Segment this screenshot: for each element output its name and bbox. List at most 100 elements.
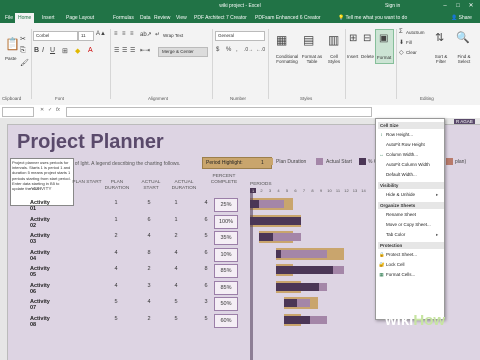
tab-pdfsam[interactable]: PDFsam Enhanced 6 Creator xyxy=(252,13,324,23)
tab-file[interactable]: File xyxy=(2,13,16,23)
actual-start-cell[interactable]: 4 xyxy=(166,283,186,289)
plan-duration-cell[interactable]: 8 xyxy=(139,250,159,256)
format-button[interactable]: ▣ Format xyxy=(375,29,394,64)
percent-complete-cell[interactable]: 50% xyxy=(214,297,238,311)
menu-tab-color[interactable]: Tab Color xyxy=(386,232,405,237)
top-align-icon[interactable]: ≡ xyxy=(114,31,118,37)
wrap-text-button[interactable]: Wrap Text xyxy=(163,33,183,38)
plan-duration-cell[interactable]: 6 xyxy=(139,217,159,223)
wrap-text-icon[interactable]: ↵ xyxy=(155,31,160,38)
menu-lock-cell[interactable]: Lock Cell xyxy=(386,262,405,267)
align-left-icon[interactable]: ☰ xyxy=(114,47,119,54)
number-format-select[interactable]: General xyxy=(215,31,265,41)
actual-duration-cell[interactable]: 5 xyxy=(196,316,216,322)
actual-duration-cell[interactable]: 8 xyxy=(196,266,216,272)
percent-complete-cell[interactable]: 25% xyxy=(214,198,238,212)
bottom-align-icon[interactable]: ≡ xyxy=(130,31,134,37)
menu-autofit-column-width[interactable]: AutoFit Column Width xyxy=(386,162,430,167)
plan-start-cell[interactable]: 1 xyxy=(106,217,126,223)
plan-duration-cell[interactable]: 2 xyxy=(139,316,159,322)
insert-cells-button[interactable]: Insert xyxy=(347,54,358,59)
autosum-icon[interactable]: Σ xyxy=(399,29,403,35)
merge-center-button[interactable]: Merge & Center xyxy=(158,47,208,57)
actual-start-cell[interactable]: 5 xyxy=(166,316,186,322)
indent-icon[interactable]: ⇤⇥ xyxy=(140,47,150,54)
activity-name[interactable]: Activity 07 xyxy=(30,299,50,311)
sort-filter-button[interactable]: Sort & Filter xyxy=(431,54,451,64)
activity-name[interactable]: Activity 01 xyxy=(30,200,50,212)
insert-cells-icon[interactable]: ⊞ xyxy=(349,33,357,44)
plan-start-cell[interactable]: 1 xyxy=(106,200,126,206)
plan-duration-cell[interactable]: 3 xyxy=(139,283,159,289)
find-select-button[interactable]: Find & Select xyxy=(452,54,476,64)
conditional-formatting-button[interactable]: Conditional Formatting xyxy=(272,54,302,64)
menu-autofit-row-height[interactable]: AutoFit Row Height xyxy=(386,142,425,147)
name-box[interactable] xyxy=(2,107,34,117)
tell-me-box[interactable]: 💡 Tell me what you want to do xyxy=(335,13,410,23)
period-highlight-field[interactable]: Period Highlight: 1 xyxy=(202,157,272,169)
actual-start-cell[interactable]: 1 xyxy=(166,217,186,223)
plan-duration-cell[interactable]: 4 xyxy=(139,299,159,305)
menu-column-width[interactable]: Column Width... xyxy=(386,152,418,157)
actual-start-cell[interactable]: 2 xyxy=(166,233,186,239)
activity-name[interactable]: Activity 04 xyxy=(30,250,50,262)
conditional-formatting-icon[interactable]: ▦ xyxy=(276,33,287,47)
grow-font-icon[interactable]: A▲ xyxy=(96,31,106,37)
tab-pdf-architect[interactable]: PDF Architect 7 Creator xyxy=(191,13,250,23)
actual-start-cell[interactable]: 1 xyxy=(166,200,186,206)
maximize-icon[interactable]: □ xyxy=(453,2,463,10)
copy-icon[interactable]: ⎘ xyxy=(20,47,26,55)
plan-start-cell[interactable]: 5 xyxy=(106,316,126,322)
tab-insert[interactable]: Insert xyxy=(39,13,58,23)
plan-duration-cell[interactable]: 2 xyxy=(139,266,159,272)
align-right-icon[interactable]: ☰ xyxy=(130,47,135,54)
actual-duration-cell[interactable]: 4 xyxy=(196,200,216,206)
actual-duration-cell[interactable]: 6 xyxy=(196,217,216,223)
activity-name[interactable]: Activity 06 xyxy=(30,283,50,295)
middle-align-icon[interactable]: ≡ xyxy=(122,31,126,37)
fill-icon[interactable]: ⬇ xyxy=(399,39,404,46)
enter-formula-icon[interactable]: ✓ xyxy=(48,107,52,113)
menu-rename-sheet[interactable]: Rename Sheet xyxy=(386,212,416,217)
delete-cells-icon[interactable]: ⊟ xyxy=(363,33,371,44)
percent-icon[interactable]: % xyxy=(226,47,231,53)
activity-name[interactable]: Activity 08 xyxy=(30,316,50,328)
actual-duration-cell[interactable]: 6 xyxy=(196,250,216,256)
formula-input[interactable] xyxy=(66,107,372,117)
paste-button[interactable]: Paste xyxy=(5,56,17,61)
percent-complete-cell[interactable]: 35% xyxy=(214,231,238,245)
close-icon[interactable]: ✕ xyxy=(466,2,476,10)
decrease-decimal-icon[interactable]: ←.0 xyxy=(256,47,265,53)
plan-start-cell[interactable]: 5 xyxy=(106,299,126,305)
activity-name[interactable]: Activity 03 xyxy=(30,233,50,245)
plan-start-cell[interactable]: 4 xyxy=(106,250,126,256)
font-size-select[interactable]: 11 xyxy=(78,31,94,41)
cell-styles-button[interactable]: Cell Styles xyxy=(325,54,343,64)
tab-formulas[interactable]: Formulas xyxy=(110,13,137,23)
percent-complete-cell[interactable]: 85% xyxy=(214,264,238,278)
tab-review[interactable]: Review xyxy=(151,13,173,23)
menu-format-cells[interactable]: Format Cells... xyxy=(386,272,415,277)
currency-icon[interactable]: $ xyxy=(216,47,219,53)
menu-move-copy-sheet[interactable]: Move or Copy Sheet... xyxy=(386,222,431,227)
find-select-icon[interactable]: 🔍 xyxy=(456,31,470,44)
cancel-formula-icon[interactable]: ✕ xyxy=(40,107,44,113)
paste-icon[interactable]: 📋 xyxy=(5,37,20,51)
plan-start-cell[interactable]: 4 xyxy=(106,283,126,289)
comma-icon[interactable]: , xyxy=(236,47,238,53)
sign-in-link[interactable]: Sign in xyxy=(385,3,400,9)
menu-row-height[interactable]: Row Height... xyxy=(386,132,413,137)
activity-name[interactable]: Activity 02 xyxy=(30,217,50,229)
increase-decimal-icon[interactable]: .0→ xyxy=(244,47,253,53)
borders-icon[interactable]: ⊞ xyxy=(62,47,68,55)
menu-default-width[interactable]: Default Width... xyxy=(386,172,417,177)
plan-duration-cell[interactable]: 4 xyxy=(139,233,159,239)
autosum-button[interactable]: AutoSum xyxy=(406,30,425,35)
clear-icon[interactable]: ◇ xyxy=(399,49,404,56)
activity-name[interactable]: Activity 05 xyxy=(30,266,50,278)
fill-color-icon[interactable]: ◆ xyxy=(75,47,80,55)
share-button[interactable]: 👤 Share xyxy=(448,13,475,23)
format-painter-icon[interactable]: 🖌 xyxy=(20,59,29,67)
minimize-icon[interactable]: – xyxy=(440,2,450,10)
percent-complete-cell[interactable]: 10% xyxy=(214,247,238,262)
